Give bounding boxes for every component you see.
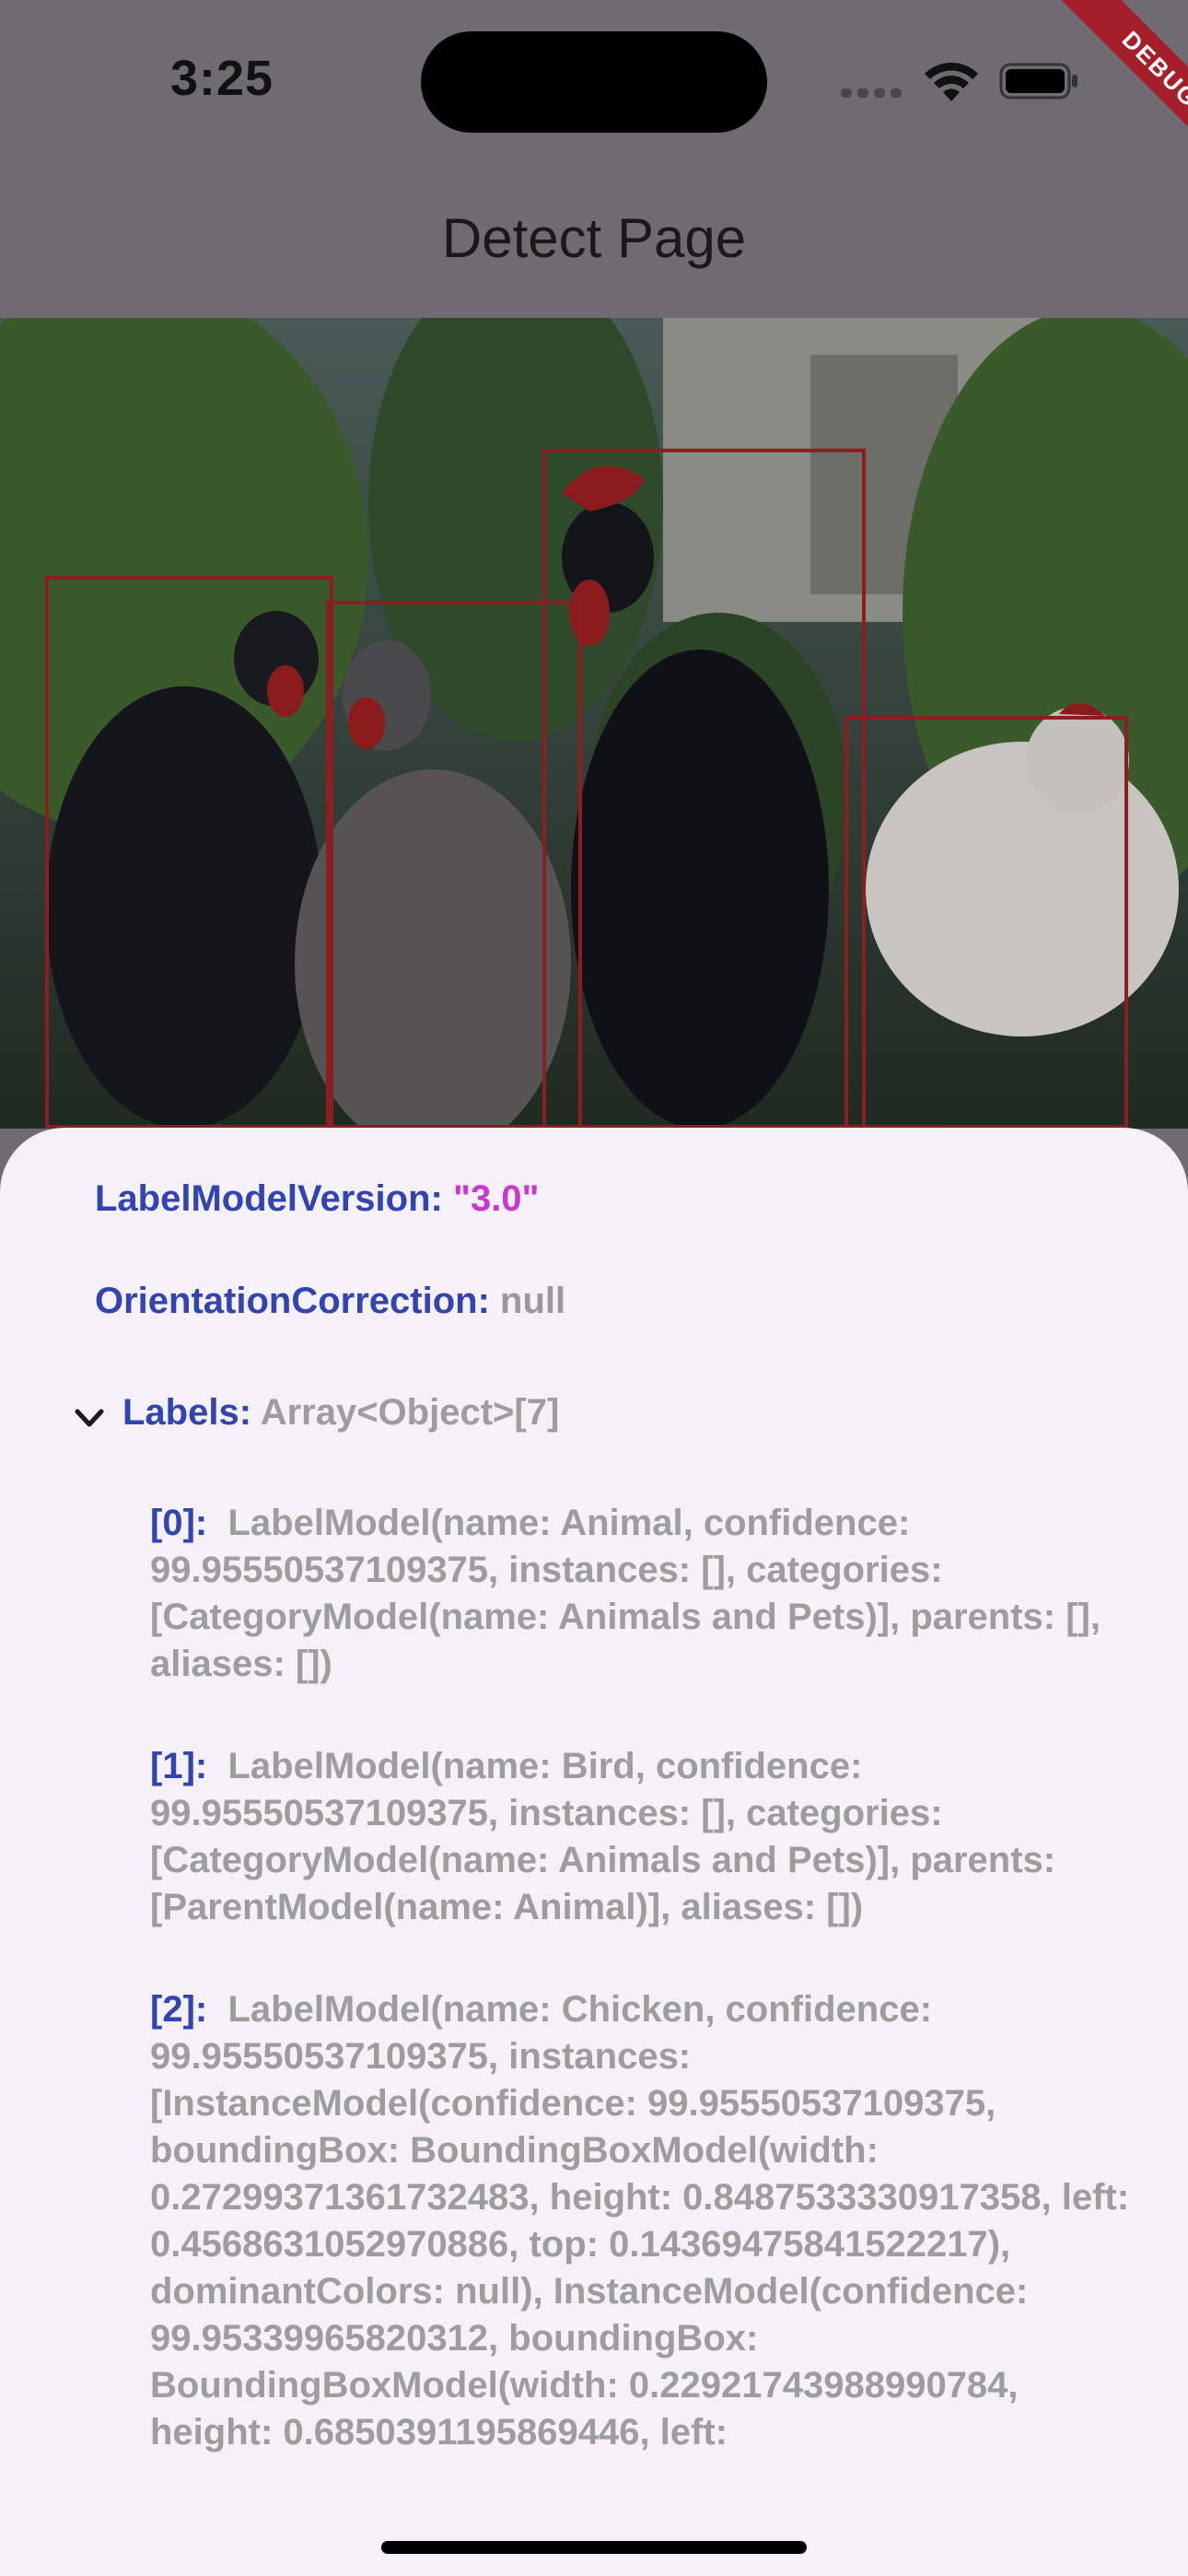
labels-type: Array<Object>[7] xyxy=(260,1392,560,1433)
label-item-index: [1]: xyxy=(150,1746,208,1786)
detection-box xyxy=(844,716,1128,1129)
labels-key: Labels: xyxy=(122,1392,252,1433)
orientation-key: OrientationCorrection: xyxy=(95,1281,490,1321)
label-item: [2]: LabelModel(name: Chicken, confidenc… xyxy=(150,1986,1145,2456)
label-item-index: [0]: xyxy=(150,1503,208,1543)
status-bar: 3:25 DEBUG xyxy=(0,0,1188,166)
wifi-icon xyxy=(925,62,978,101)
label-item-text: LabelModel(name: Chicken, confidence: 99… xyxy=(150,1989,1140,2453)
cellular-signal-icon xyxy=(841,88,905,98)
label-item: [1]: LabelModel(name: Bird, confidence: … xyxy=(150,1743,1145,1931)
orientation-value: null xyxy=(500,1281,566,1321)
label-item-text: LabelModel(name: Animal, confidence: 99.… xyxy=(150,1503,1112,1684)
detection-box xyxy=(542,449,866,1129)
orientation-row: OrientationCorrection: null xyxy=(95,1278,565,1325)
detection-image xyxy=(0,318,1188,1129)
dynamic-island xyxy=(421,31,767,133)
labels-row[interactable]: Labels: Array<Object>[7] xyxy=(122,1389,559,1436)
debug-banner: DEBUG xyxy=(1059,0,1188,129)
label-model-version-row: LabelModelVersion: "3.0" xyxy=(95,1176,540,1223)
label-model-version-value: "3.0" xyxy=(452,1178,540,1219)
label-item-text: LabelModel(name: Bird, confidence: 99.95… xyxy=(150,1746,1066,1927)
label-model-version-key: LabelModelVersion: xyxy=(95,1178,443,1219)
detection-box xyxy=(45,576,333,1129)
label-item: [0]: LabelModel(name: Animal, confidence… xyxy=(150,1500,1145,1688)
label-item-index: [2]: xyxy=(150,1989,208,2030)
results-sheet[interactable]: LabelModelVersion: "3.0" OrientationCorr… xyxy=(0,1128,1188,2576)
chevron-down-icon[interactable] xyxy=(72,1400,107,1435)
home-indicator[interactable] xyxy=(381,2541,807,2554)
status-time: 3:25 xyxy=(170,51,274,106)
app-bar: Detect Page xyxy=(0,166,1188,318)
page-title: Detect Page xyxy=(441,207,747,269)
